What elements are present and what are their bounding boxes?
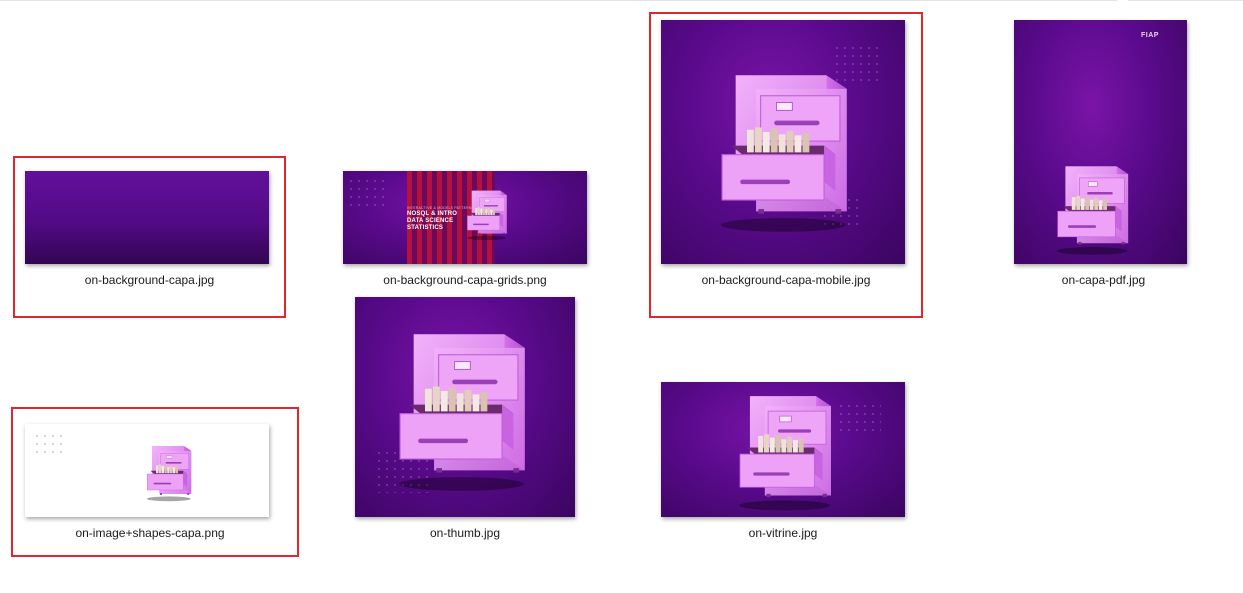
grids-title-line2: DATA SCIENCE — [407, 218, 454, 224]
grids-title-line3: STATISTICS — [407, 225, 444, 231]
thumbnail-background-capa-mobile[interactable] — [661, 20, 905, 264]
file-name-label[interactable]: on-background-capa-mobile.jpg — [651, 273, 921, 287]
dot-grid-decoration — [347, 177, 387, 207]
dot-grid-decoration — [837, 402, 881, 436]
grids-title-line1: NOSQL & INTRO — [407, 211, 458, 217]
file-cabinet-icon — [461, 185, 511, 243]
file-name-label[interactable]: on-capa-pdf.jpg — [1004, 273, 1203, 287]
thumbnail-image-shapes-capa[interactable] — [25, 424, 269, 517]
file-cabinet-icon — [1046, 160, 1136, 256]
thumbnail-vitrine[interactable] — [661, 382, 905, 517]
file-item-vitrine[interactable]: on-vitrine.jpg — [651, 375, 915, 556]
file-cabinet-icon — [723, 388, 843, 512]
thumbnail-background-capa-grids[interactable]: INTERACTIVE & MODELS PATTERNS NOSQL & IN… — [343, 171, 587, 264]
thumbnail-thumb[interactable] — [355, 297, 575, 517]
file-name-label[interactable]: on-vitrine.jpg — [651, 526, 915, 540]
file-item-thumb[interactable]: on-thumb.jpg — [345, 290, 585, 556]
file-name-label[interactable]: on-thumb.jpg — [345, 526, 585, 540]
file-name-label[interactable]: on-background-capa-grids.png — [333, 273, 597, 287]
file-name-label[interactable]: on-background-capa.jpg — [15, 273, 284, 287]
file-name-label[interactable]: on-image+shapes-capa.png — [13, 526, 287, 540]
fiap-logo: FIAP — [1141, 32, 1159, 39]
file-item-capa-pdf[interactable]: FIAP on-capa-pdf.jpg — [1004, 14, 1203, 316]
file-item-background-capa-mobile[interactable]: on-background-capa-mobile.jpg — [651, 14, 921, 316]
dot-grid-decoration — [33, 432, 63, 456]
file-item-image-shapes-capa[interactable]: on-image+shapes-capa.png — [13, 409, 297, 555]
thumbnail-capa-pdf[interactable]: FIAP — [1014, 20, 1187, 264]
file-cabinet-icon — [133, 442, 203, 502]
file-item-background-capa[interactable]: on-background-capa.jpg — [15, 158, 284, 316]
thumbnail-background-capa[interactable] — [25, 171, 269, 264]
file-cabinet-icon — [379, 323, 539, 493]
file-cabinet-icon — [701, 64, 861, 234]
